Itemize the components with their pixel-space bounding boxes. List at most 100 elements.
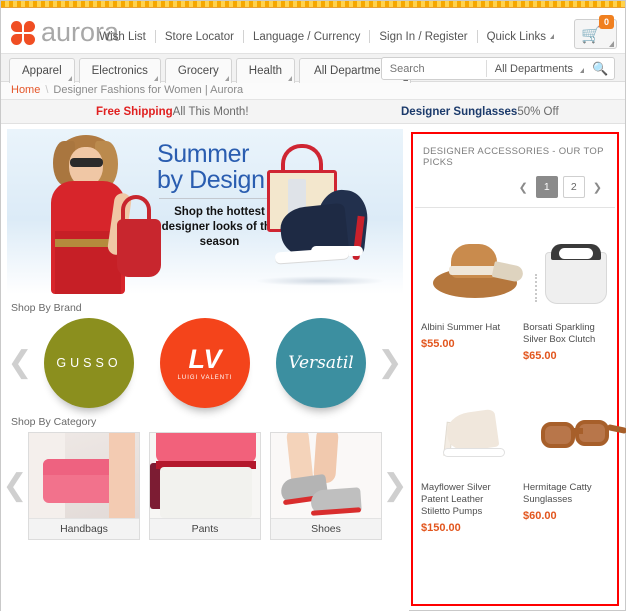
top-picks-pagination: ❮ 1 2 ❯ bbox=[413, 176, 617, 207]
category-image bbox=[150, 433, 260, 518]
quick-links-label: Quick Links bbox=[486, 30, 546, 43]
tab-electronics[interactable]: Electronics bbox=[78, 58, 161, 83]
product-image bbox=[523, 382, 626, 474]
product-card-mayflower-pumps[interactable]: Mayflower Silver Patent Leather Stiletto… bbox=[413, 368, 515, 540]
search-icon: 🔍 bbox=[592, 60, 609, 76]
breadcrumb-current: Designer Fashions for Women | Aurora bbox=[53, 84, 244, 96]
shop-by-brand-title: Shop By Brand bbox=[11, 302, 82, 314]
product-price: $150.00 bbox=[421, 522, 461, 534]
category-list: Handbags Pants Shoes bbox=[28, 432, 382, 540]
chevron-down-icon bbox=[580, 67, 584, 73]
page-button-1[interactable]: 1 bbox=[535, 176, 558, 198]
header-link-quick-links[interactable]: Quick Links bbox=[478, 31, 563, 43]
hero-banner[interactable]: Summer by Design Shop the hottest design… bbox=[7, 129, 403, 294]
search-bar: All Departments 🔍 bbox=[380, 57, 615, 80]
search-department-select[interactable]: All Departments bbox=[487, 63, 587, 75]
product-image bbox=[421, 222, 525, 314]
department-tabs: Apparel Electronics Grocery Health All D… bbox=[9, 58, 411, 83]
model-photo bbox=[25, 131, 161, 294]
breadcrumb: Home \ Designer Fashions for Women | Auror… bbox=[1, 82, 625, 100]
header-link-language-currency[interactable]: Language / Currency bbox=[244, 31, 369, 43]
promo-left-strong: Free Shipping bbox=[96, 106, 173, 118]
search-department-label: All Departments bbox=[494, 62, 573, 75]
top-picks-heading: DESIGNER ACCESSORIES - OUR TOP PICKS bbox=[423, 146, 604, 168]
top-decorative-stripe bbox=[1, 1, 625, 8]
product-name: Mayflower Silver Patent Leather Stiletto… bbox=[421, 482, 491, 517]
chevron-down-icon bbox=[288, 76, 293, 81]
main-content: Summer by Design Shop the hottest design… bbox=[1, 124, 626, 611]
breadcrumb-home-link[interactable]: Home bbox=[11, 84, 40, 96]
chevron-left-icon[interactable]: ❮ bbox=[2, 471, 28, 501]
brand-item-versatil[interactable]: Versatil bbox=[276, 318, 366, 408]
right-column: DESIGNER ACCESSORIES - OUR TOP PICKS ❮ 1… bbox=[411, 124, 626, 611]
chevron-right-icon[interactable]: ❯ bbox=[377, 348, 403, 378]
tab-label: Apparel bbox=[22, 65, 62, 77]
promo-right[interactable]: Designer Sunglasses 50% Off bbox=[401, 100, 559, 124]
page-root: aurora Wish List Store Locator Language … bbox=[0, 0, 626, 611]
chevron-down-icon bbox=[224, 76, 229, 81]
brand-subtitle: LUIGI VALENTI bbox=[177, 374, 233, 381]
tab-label: Grocery bbox=[177, 65, 219, 77]
tab-label: Health bbox=[248, 65, 283, 77]
category-image bbox=[271, 433, 381, 518]
header-link-sign-in-register[interactable]: Sign In / Register bbox=[370, 31, 476, 43]
header-link-store-locator[interactable]: Store Locator bbox=[156, 31, 243, 43]
product-name: Hermitage Catty Sunglasses bbox=[523, 482, 592, 505]
chevron-right-icon[interactable]: ❯ bbox=[382, 471, 408, 501]
brand-name: LV bbox=[188, 343, 222, 374]
search-submit-button[interactable]: 🔍 bbox=[587, 61, 614, 77]
cart-button[interactable]: 🛒 0 bbox=[574, 15, 617, 49]
breadcrumb-separator: \ bbox=[45, 84, 49, 96]
brand-carousel: ❮ GUSSO LV LUIGI VALENTI Versatil ❯ bbox=[7, 318, 403, 408]
search-input[interactable] bbox=[381, 58, 486, 79]
brand-item-luigi-valenti[interactable]: LV LUIGI VALENTI bbox=[160, 318, 250, 408]
category-item-pants[interactable]: Pants bbox=[149, 432, 261, 540]
top-picks-grid: Albini Summer Hat $55.00 Borsati Sparkli… bbox=[413, 208, 626, 540]
top-picks-panel: DESIGNER ACCESSORIES - OUR TOP PICKS ❮ 1… bbox=[411, 132, 626, 606]
chevron-down-icon bbox=[609, 41, 614, 47]
brand-item-gusso[interactable]: GUSSO bbox=[44, 318, 134, 408]
category-label: Shoes bbox=[271, 518, 381, 539]
product-card-albini-summer-hat[interactable]: Albini Summer Hat $55.00 bbox=[413, 208, 525, 368]
clover-icon bbox=[11, 20, 35, 45]
brand-name: GUSSO bbox=[56, 356, 122, 370]
product-card-borsati-clutch[interactable]: Borsati Sparkling Silver Box Clutch $65.… bbox=[515, 208, 617, 368]
product-name: Borsati Sparkling Silver Box Clutch bbox=[523, 322, 596, 345]
main-navigation: Apparel Electronics Grocery Health All D… bbox=[1, 53, 625, 83]
page-button-2[interactable]: 2 bbox=[562, 176, 585, 198]
product-name: Albini Summer Hat bbox=[421, 322, 501, 333]
cart-count-badge: 0 bbox=[599, 15, 614, 29]
shop-by-category-title: Shop By Category bbox=[11, 416, 97, 428]
category-carousel: ❮ Handbags Pants Shoes ❯ bbox=[2, 432, 408, 540]
tab-health[interactable]: Health bbox=[235, 58, 296, 83]
chevron-left-icon[interactable]: ❮ bbox=[516, 181, 531, 194]
tab-grocery[interactable]: Grocery bbox=[164, 58, 232, 83]
chevron-down-icon bbox=[67, 76, 72, 81]
promo-left[interactable]: Free Shipping All This Month! bbox=[96, 100, 249, 124]
product-image bbox=[523, 222, 609, 314]
promo-left-rest: All This Month! bbox=[172, 106, 249, 118]
shopping-cart-icon: 🛒 bbox=[581, 27, 601, 44]
tab-apparel[interactable]: Apparel bbox=[9, 58, 75, 83]
header-link-wish-list[interactable]: Wish List bbox=[90, 31, 155, 43]
hero-product-photo bbox=[235, 144, 395, 288]
left-column: Summer by Design Shop the hottest design… bbox=[1, 124, 409, 611]
category-label: Pants bbox=[150, 518, 260, 539]
shop-by-category-section: Shop By Category ❮ Handbags Pants Shoes … bbox=[2, 416, 408, 540]
promo-right-strong: Designer Sunglasses bbox=[401, 106, 518, 118]
chevron-left-icon[interactable]: ❮ bbox=[7, 348, 33, 378]
product-card-hermitage-sunglasses[interactable]: Hermitage Catty Sunglasses $60.00 bbox=[515, 368, 626, 540]
category-label: Handbags bbox=[29, 518, 139, 539]
category-item-shoes[interactable]: Shoes bbox=[270, 432, 382, 540]
brand-list: GUSSO LV LUIGI VALENTI Versatil bbox=[33, 318, 377, 408]
header-links: Wish List Store Locator Language / Curre… bbox=[90, 30, 563, 43]
product-price: $55.00 bbox=[421, 338, 455, 350]
category-item-handbags[interactable]: Handbags bbox=[28, 432, 140, 540]
tab-label: Electronics bbox=[91, 65, 148, 77]
chevron-right-icon[interactable]: ❯ bbox=[590, 181, 605, 194]
category-image bbox=[29, 433, 139, 518]
product-price: $60.00 bbox=[523, 510, 557, 522]
promo-strip: Free Shipping All This Month! Designer S… bbox=[1, 100, 625, 124]
site-header: aurora Wish List Store Locator Language … bbox=[1, 8, 625, 53]
shop-by-brand-section: Shop By Brand ❮ GUSSO LV LUIGI VALENTI V… bbox=[7, 302, 403, 408]
